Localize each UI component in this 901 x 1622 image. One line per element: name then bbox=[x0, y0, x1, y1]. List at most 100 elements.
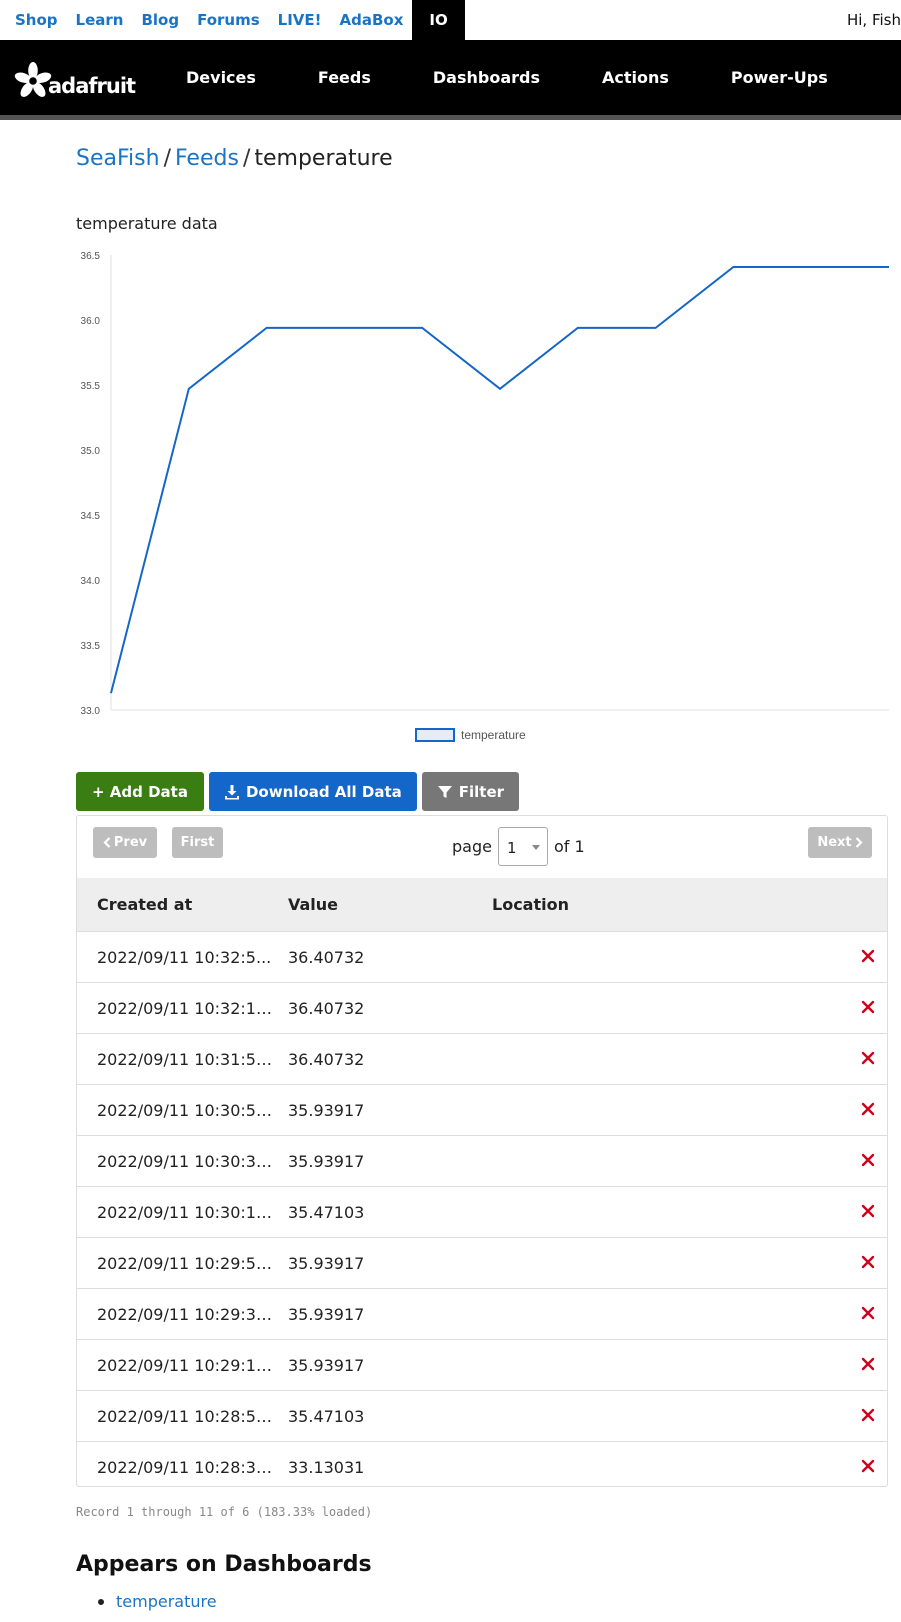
adafruit-logo[interactable]: adafruit bbox=[14, 59, 136, 103]
y-tick-label: 35.0 bbox=[81, 446, 101, 457]
cell-created-at: 2022/09/11 10:28:31... bbox=[97, 1458, 272, 1477]
nav-item-power-ups[interactable]: Power-Ups bbox=[700, 40, 859, 115]
cell-created-at: 2022/09/11 10:32:14... bbox=[97, 999, 272, 1018]
table-row: 2022/09/11 10:31:53... 36.40732 bbox=[77, 1034, 887, 1085]
cell-value: 35.47103 bbox=[288, 1203, 365, 1222]
cell-created-at: 2022/09/11 10:29:31... bbox=[97, 1305, 272, 1324]
top-link-io[interactable]: IO bbox=[412, 0, 465, 40]
table-header: Created at Value Location bbox=[77, 878, 887, 932]
brand-wordmark: adafruit bbox=[48, 74, 136, 98]
next-label: Next bbox=[817, 835, 852, 850]
y-tick-label: 34.5 bbox=[81, 511, 101, 522]
table-row: 2022/09/11 10:29:31... 35.93917 bbox=[77, 1289, 887, 1340]
breadcrumb-feeds[interactable]: Feeds bbox=[175, 146, 239, 171]
delete-icon[interactable] bbox=[859, 998, 877, 1016]
breadcrumb-owner[interactable]: SeaFish bbox=[76, 146, 160, 171]
cell-created-at: 2022/09/11 10:29:51... bbox=[97, 1254, 272, 1273]
delete-icon[interactable] bbox=[859, 1100, 877, 1118]
table-row: 2022/09/11 10:30:31... 35.93917 bbox=[77, 1136, 887, 1187]
add-data-button[interactable]: + Add Data bbox=[76, 772, 204, 811]
header-location[interactable]: Location bbox=[492, 895, 569, 914]
download-all-data-button[interactable]: Download All Data bbox=[208, 772, 417, 811]
table-row: 2022/09/11 10:28:31... 33.13031 bbox=[77, 1442, 887, 1493]
pagination: Prev First page 1 of 1 Next bbox=[77, 816, 887, 878]
table-row: 2022/09/11 10:28:51... 35.47103 bbox=[77, 1391, 887, 1442]
legend-label: temperature bbox=[461, 728, 526, 742]
cell-value: 33.13031 bbox=[288, 1458, 365, 1477]
y-tick-label: 33.5 bbox=[81, 641, 101, 652]
top-link-shop[interactable]: Shop bbox=[0, 0, 67, 40]
nav-item-devices[interactable]: Devices bbox=[155, 40, 287, 115]
breadcrumb-current: temperature bbox=[254, 146, 393, 171]
breadcrumb-separator: / bbox=[242, 146, 251, 171]
header-created-at[interactable]: Created at bbox=[97, 895, 192, 914]
top-utility-bar: Shop Learn Blog Forums LIVE! AdaBox IO H… bbox=[0, 0, 901, 40]
dashboard-link-temperature[interactable]: temperature bbox=[116, 1592, 217, 1611]
cell-value: 35.47103 bbox=[288, 1407, 365, 1426]
cell-value: 36.40732 bbox=[288, 948, 365, 967]
first-page-button[interactable]: First bbox=[172, 827, 223, 858]
cell-value: 35.93917 bbox=[288, 1101, 365, 1120]
caret-down-icon bbox=[531, 845, 540, 850]
cell-created-at: 2022/09/11 10:28:51... bbox=[97, 1407, 272, 1426]
top-link-blog[interactable]: Blog bbox=[132, 0, 188, 40]
nav-item-feeds[interactable]: Feeds bbox=[287, 40, 402, 115]
table-row: 2022/09/11 10:32:5... 36.40732 bbox=[77, 932, 887, 983]
y-tick-label: 34.0 bbox=[81, 576, 101, 587]
cell-value: 35.93917 bbox=[288, 1152, 365, 1171]
add-data-label: + Add Data bbox=[92, 782, 188, 801]
next-page-button[interactable]: Next bbox=[808, 827, 872, 858]
feed-data-panel: Prev First page 1 of 1 Next Created at V… bbox=[76, 815, 888, 1487]
top-link-live[interactable]: LIVE! bbox=[269, 0, 331, 40]
page-select[interactable]: 1 bbox=[497, 827, 548, 866]
delete-icon[interactable] bbox=[859, 1049, 877, 1067]
dashboards-heading: Appears on Dashboards bbox=[76, 1552, 372, 1577]
cell-created-at: 2022/09/11 10:32:5... bbox=[97, 948, 272, 967]
delete-icon[interactable] bbox=[859, 1202, 877, 1220]
cell-created-at: 2022/09/11 10:30:11... bbox=[97, 1203, 272, 1222]
nav-items: Devices Feeds Dashboards Actions Power-U… bbox=[155, 40, 859, 115]
cell-value: 35.93917 bbox=[288, 1356, 365, 1375]
nav-item-dashboards[interactable]: Dashboards bbox=[402, 40, 571, 115]
dashboards-list: temperature bbox=[96, 1592, 217, 1611]
prev-label: Prev bbox=[113, 835, 148, 850]
breadcrumb: SeaFish / Feeds / temperature bbox=[76, 146, 393, 171]
delete-icon[interactable] bbox=[859, 1304, 877, 1322]
delete-icon[interactable] bbox=[859, 947, 877, 965]
top-link-adabox[interactable]: AdaBox bbox=[331, 0, 413, 40]
temperature-chart: 36.5 36.0 35.5 35.0 34.5 34.0 33.5 33.0 temperat… bbox=[81, 251, 889, 742]
delete-icon[interactable] bbox=[859, 1151, 877, 1169]
page-info: page 1 of 1 bbox=[452, 827, 585, 866]
header-value[interactable]: Value bbox=[288, 895, 338, 914]
cell-created-at: 2022/09/11 10:30:51... bbox=[97, 1101, 272, 1120]
user-greeting[interactable]: Hi, Fish bbox=[847, 0, 901, 40]
filter-icon bbox=[437, 784, 453, 800]
y-tick-label: 33.0 bbox=[81, 706, 101, 717]
delete-icon[interactable] bbox=[859, 1253, 877, 1271]
page-count: of 1 bbox=[553, 837, 585, 856]
download-icon bbox=[224, 784, 240, 800]
record-count-text: Record 1 through 11 of 6 (183.33% loaded… bbox=[76, 1505, 373, 1519]
chart-title: temperature data bbox=[76, 214, 218, 233]
feed-action-buttons: + Add Data Download All Data Filter bbox=[76, 772, 520, 811]
table-row: 2022/09/11 10:29:51... 35.93917 bbox=[77, 1238, 887, 1289]
table-row: 2022/09/11 10:29:11... 35.93917 bbox=[77, 1340, 887, 1391]
flower-logo-icon bbox=[14, 62, 52, 97]
table-row: 2022/09/11 10:30:51... 35.93917 bbox=[77, 1085, 887, 1136]
list-item: temperature bbox=[96, 1592, 217, 1611]
cell-value: 35.93917 bbox=[288, 1254, 365, 1273]
chevron-left-icon bbox=[103, 837, 111, 848]
delete-icon[interactable] bbox=[859, 1406, 877, 1424]
legend-swatch bbox=[415, 728, 455, 742]
top-link-forums[interactable]: Forums bbox=[188, 0, 269, 40]
breadcrumb-separator: / bbox=[163, 146, 171, 171]
cell-created-at: 2022/09/11 10:31:53... bbox=[97, 1050, 272, 1069]
delete-icon[interactable] bbox=[859, 1355, 877, 1373]
delete-icon[interactable] bbox=[859, 1457, 877, 1475]
filter-button[interactable]: Filter bbox=[421, 772, 520, 811]
main-navigation: adafruit Devices Feeds Dashboards Action… bbox=[0, 40, 901, 120]
nav-item-actions[interactable]: Actions bbox=[571, 40, 700, 115]
page-select-value: 1 bbox=[506, 839, 517, 857]
top-link-learn[interactable]: Learn bbox=[67, 0, 133, 40]
prev-page-button[interactable]: Prev bbox=[93, 827, 157, 858]
